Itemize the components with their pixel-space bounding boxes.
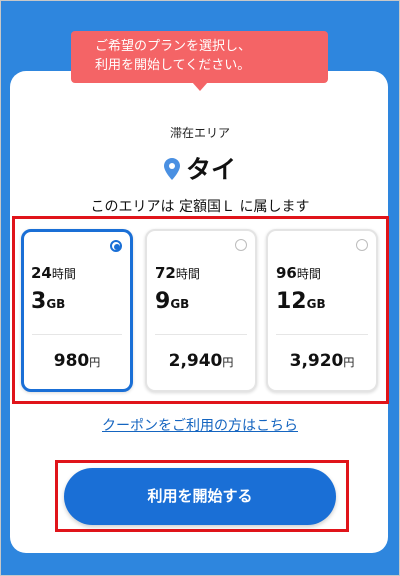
coupon-link[interactable]: クーポンをご利用の方はこちら bbox=[0, 415, 400, 435]
plan-duration: 96時間 bbox=[276, 264, 321, 282]
plan-divider bbox=[155, 334, 247, 335]
plan-price: 2,940円 bbox=[168, 351, 234, 371]
plan-72h[interactable]: 72時間 9GB 2,940円 bbox=[145, 229, 257, 392]
plan-data: 3GB bbox=[31, 289, 66, 314]
plan-radio[interactable] bbox=[356, 239, 368, 251]
country-name: タイ bbox=[185, 155, 236, 184]
plan-duration: 24時間 bbox=[31, 264, 76, 282]
plan-divider bbox=[32, 334, 122, 335]
tooltip-line-2: 利用を開始してください。 bbox=[95, 58, 251, 73]
area-label: 滞在エリア bbox=[169, 126, 230, 140]
plan-price: 980円 bbox=[53, 351, 101, 371]
tooltip-line-1: ご希望のプランを選択し、 bbox=[95, 39, 252, 54]
plan-data: 9GB bbox=[155, 289, 190, 314]
plan-radio-selected[interactable] bbox=[110, 240, 122, 252]
plan-divider bbox=[276, 334, 368, 335]
plan-96h[interactable]: 96時間 12GB 3,920円 bbox=[266, 229, 378, 392]
plan-data: 12GB bbox=[276, 289, 326, 314]
plan-radio[interactable] bbox=[235, 239, 247, 251]
area-description: このエリアは 定額国Ｌ に属します bbox=[90, 199, 310, 215]
plan-duration: 72時間 bbox=[155, 264, 200, 282]
instruction-tooltip: ご希望のプランを選択し、 利用を開始してください。 bbox=[71, 31, 328, 83]
tooltip-tail bbox=[192, 82, 208, 91]
start-button[interactable]: 利用を開始する bbox=[64, 468, 336, 525]
country-title: タイ bbox=[0, 150, 400, 186]
location-pin-icon bbox=[163, 157, 180, 186]
plan-price: 3,920円 bbox=[289, 351, 355, 371]
plan-24h[interactable]: 24時間 3GB 980円 bbox=[21, 229, 133, 392]
